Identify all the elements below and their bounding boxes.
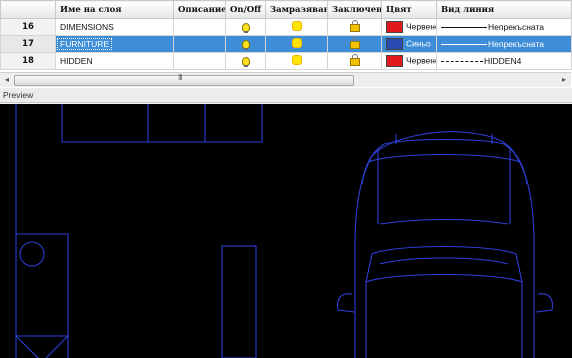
header-color[interactable]: Цвят — [381, 0, 437, 19]
color-swatch — [386, 38, 403, 50]
lock-cell[interactable] — [327, 35, 382, 53]
header-on-off[interactable]: On/Off — [225, 0, 266, 19]
sun-thawed-icon[interactable] — [292, 39, 301, 47]
description-cell[interactable] — [173, 35, 226, 53]
preview-header: Preview — [0, 88, 572, 103]
cabinet-outline — [61, 104, 263, 143]
layer-name-cell[interactable]: DIMENSIONS — [55, 18, 174, 36]
scrollbar-grip-icon: III — [178, 73, 183, 82]
header-description[interactable]: Описание — [173, 0, 226, 19]
room-wall-outline — [15, 104, 69, 358]
linetype-cell[interactable]: HIDDEN4 — [436, 52, 572, 70]
on-off-cell[interactable] — [225, 35, 266, 53]
continuous-line-sample — [441, 27, 487, 29]
horizontal-scrollbar[interactable]: ◂ III ▸ — [0, 72, 571, 87]
on-off-cell[interactable] — [225, 52, 266, 70]
table-row-selected[interactable]: 17 FURNITURE Синьо Непрекъсната — [0, 35, 572, 53]
linetype-name: Непрекъсната — [488, 22, 544, 32]
color-name: Червено — [406, 55, 437, 66]
scroll-right-arrow-icon[interactable]: ▸ — [557, 73, 571, 87]
freeze-cell[interactable] — [265, 18, 328, 36]
header-number[interactable] — [0, 0, 56, 19]
sun-thawed-icon[interactable] — [292, 22, 301, 30]
unlocked-padlock-icon[interactable] — [349, 37, 360, 49]
table-header-row: Име на слоя Описание On/Off Замразяване … — [0, 0, 572, 19]
linetype-name: Непрекъсната — [488, 39, 544, 49]
color-swatch — [386, 55, 403, 67]
row-number: 18 — [0, 52, 56, 70]
layers-table: Име на слоя Описание On/Off Замразяване … — [0, 0, 572, 70]
color-name: Червено — [406, 21, 437, 32]
car-outline — [336, 131, 554, 358]
preview-canvas[interactable] — [0, 104, 572, 358]
unlocked-padlock-icon[interactable] — [349, 20, 360, 32]
on-off-cell[interactable] — [225, 18, 266, 36]
header-freeze[interactable]: Замразяване — [265, 0, 328, 19]
description-cell[interactable] — [173, 52, 226, 70]
unlocked-padlock-icon[interactable] — [349, 54, 360, 66]
table-row[interactable]: 16 DIMENSIONS Червено Непрекъсната — [0, 18, 572, 36]
layer-name-cell[interactable]: HIDDEN — [55, 52, 174, 70]
freeze-cell[interactable] — [265, 52, 328, 70]
continuous-line-sample — [441, 44, 487, 46]
lightbulb-on-icon[interactable] — [241, 39, 250, 50]
preview-drawing — [15, 104, 554, 358]
color-cell[interactable]: Синьо — [381, 35, 437, 53]
table-row[interactable]: 18 HIDDEN Червено HIDDEN4 — [0, 52, 572, 70]
linetype-cell[interactable]: Непрекъсната — [436, 35, 572, 53]
lightbulb-on-icon[interactable] — [241, 22, 250, 33]
header-layer-name[interactable]: Име на слоя — [55, 0, 174, 19]
description-cell[interactable] — [173, 18, 226, 36]
lightbulb-on-icon[interactable] — [241, 56, 250, 67]
lock-cell[interactable] — [327, 52, 382, 70]
sun-thawed-icon[interactable] — [292, 56, 301, 64]
table-outline — [221, 245, 257, 358]
row-number: 17 — [0, 35, 56, 53]
color-swatch — [386, 21, 403, 33]
linetype-name: HIDDEN4 — [484, 56, 522, 66]
lock-cell[interactable] — [327, 18, 382, 36]
color-name: Синьо — [406, 38, 431, 49]
header-linetype[interactable]: Вид линия — [436, 0, 572, 19]
row-number: 16 — [0, 18, 56, 36]
freeze-cell[interactable] — [265, 35, 328, 53]
linetype-cell[interactable]: Непрекъсната — [436, 18, 572, 36]
scroll-left-arrow-icon[interactable]: ◂ — [0, 73, 14, 87]
scrollbar-thumb[interactable]: III — [14, 73, 354, 86]
color-cell[interactable]: Червено — [381, 52, 437, 70]
layer-name-cell[interactable]: FURNITURE — [55, 35, 174, 53]
header-lock[interactable]: Заключен — [327, 0, 382, 19]
layer-manager-panel: Име на слоя Описание On/Off Замразяване … — [0, 0, 572, 89]
color-cell[interactable]: Червено — [381, 18, 437, 36]
dashed-line-sample — [441, 61, 483, 63]
layer-name-text[interactable]: FURNITURE — [57, 38, 113, 50]
